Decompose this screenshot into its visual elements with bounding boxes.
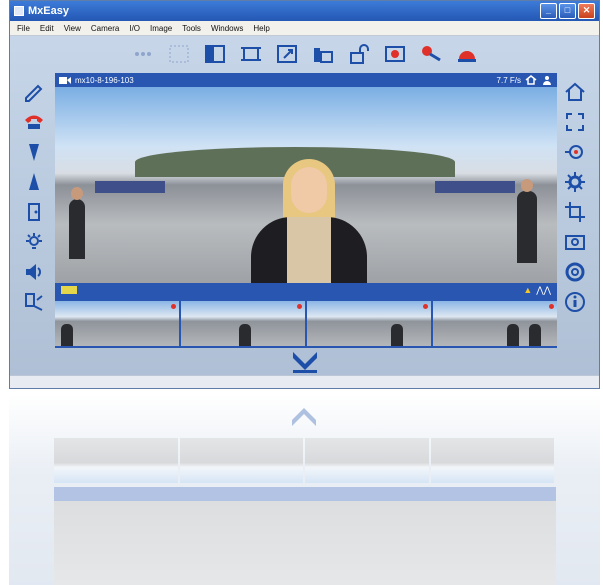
draw-icon[interactable] — [14, 77, 54, 107]
alarm-bell-icon[interactable] — [454, 43, 480, 65]
signal-icon: ⋀⋀ — [536, 284, 551, 295]
info-icon[interactable] — [555, 287, 595, 317]
warning-icon[interactable]: ▲ — [523, 285, 532, 295]
camera-icon — [59, 76, 71, 84]
light-icon[interactable] — [14, 227, 54, 257]
title-bar[interactable]: MxEasy _ □ ✕ — [10, 1, 599, 21]
dots-icon[interactable] — [130, 43, 156, 65]
right-sidebar — [555, 77, 595, 317]
rec-dot-icon — [297, 304, 302, 309]
app-logo-icon — [14, 6, 24, 16]
menu-edit[interactable]: Edit — [40, 24, 54, 33]
unlock-icon[interactable] — [346, 43, 372, 65]
thumbnail-strip — [55, 301, 557, 346]
layout-icon[interactable] — [202, 43, 228, 65]
settings-tools-icon[interactable] — [14, 287, 54, 317]
menu-image[interactable]: Image — [150, 24, 172, 33]
help-ring-icon[interactable] — [555, 257, 595, 287]
door-icon[interactable] — [14, 197, 54, 227]
left-sidebar — [14, 77, 54, 317]
menu-file[interactable]: File — [17, 24, 30, 33]
mobotix-logo-icon — [293, 352, 317, 373]
phone-icon[interactable] — [14, 107, 54, 137]
camera-thumbnail[interactable] — [433, 301, 557, 346]
menu-io[interactable]: I/O — [129, 24, 140, 33]
window-reflection — [9, 396, 600, 585]
expand-icon[interactable] — [555, 107, 595, 137]
camera-thumbnail[interactable] — [181, 301, 305, 346]
viewer-header: mx10-8-196-103 7.7 F/s — [55, 73, 557, 87]
resize-icon[interactable] — [274, 43, 300, 65]
menu-tools[interactable]: Tools — [182, 24, 201, 33]
rec-dot-icon — [549, 304, 554, 309]
speaker-icon[interactable] — [14, 257, 54, 287]
viewer-status-bar: ▲ ⋀⋀ — [55, 283, 557, 297]
crop-icon[interactable] — [555, 197, 595, 227]
live-image — [55, 87, 557, 283]
main-toolbar — [10, 38, 599, 70]
rec-dot-icon — [423, 304, 428, 309]
frame-rate: 7.7 F/s — [496, 75, 521, 85]
maximize-button[interactable]: □ — [559, 3, 576, 19]
camera-thumbnail[interactable] — [307, 301, 431, 346]
crop-icon[interactable] — [238, 43, 264, 65]
menu-camera[interactable]: Camera — [91, 24, 119, 33]
gear-icon[interactable] — [555, 167, 595, 197]
minimize-button[interactable]: _ — [540, 3, 557, 19]
target-icon[interactable] — [555, 137, 595, 167]
grid-select-icon[interactable] — [166, 43, 192, 65]
camera-viewer[interactable]: mx10-8-196-103 7.7 F/s ▲ ⋀⋀ — [55, 73, 557, 348]
camera-group-icon[interactable] — [310, 43, 336, 65]
recording-indicator[interactable] — [61, 286, 77, 294]
status-bar — [10, 375, 599, 388]
app-window: MxEasy _ □ ✕ File Edit View Camera I/O I… — [9, 0, 600, 389]
menu-help[interactable]: Help — [253, 24, 269, 33]
camera-name: mx10-8-196-103 — [75, 75, 134, 85]
snapshot-icon[interactable] — [555, 227, 595, 257]
user-icon[interactable] — [541, 75, 553, 85]
rec-dot-icon — [171, 304, 176, 309]
window-title: MxEasy — [28, 5, 69, 17]
camera-thumbnail[interactable] — [55, 301, 179, 346]
menu-windows[interactable]: Windows — [211, 24, 243, 33]
zoom-out-icon[interactable] — [14, 137, 54, 167]
menu-bar: File Edit View Camera I/O Image Tools Wi… — [10, 21, 599, 36]
home-small-icon[interactable] — [525, 75, 537, 85]
audio-icon[interactable] — [418, 43, 444, 65]
zoom-in-icon[interactable] — [14, 167, 54, 197]
home-icon[interactable] — [555, 77, 595, 107]
record-icon[interactable] — [382, 43, 408, 65]
close-button[interactable]: ✕ — [578, 3, 595, 19]
menu-view[interactable]: View — [64, 24, 81, 33]
